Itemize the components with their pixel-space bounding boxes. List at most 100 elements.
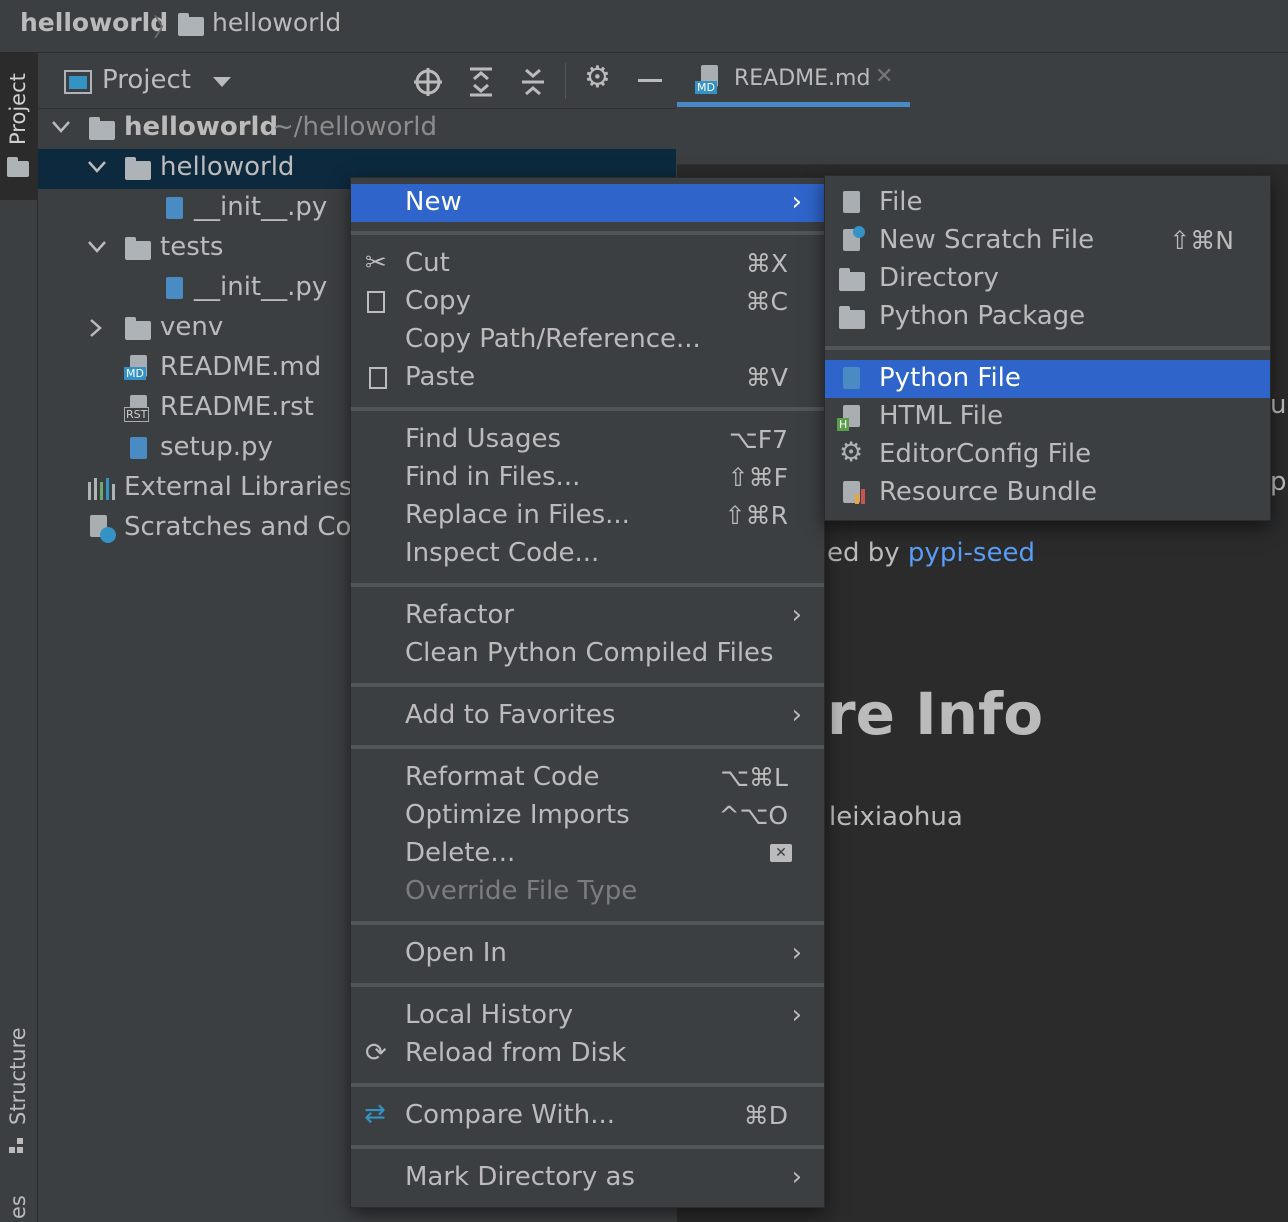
scissors-icon: ✂ <box>365 248 387 278</box>
locate-icon[interactable] <box>413 67 443 97</box>
menu-item-clean-compiled[interactable]: Clean Python Compiled Files <box>351 635 824 673</box>
menu-separator <box>351 921 824 925</box>
menu-item-local-history[interactable]: Local History › <box>351 997 824 1035</box>
python-file-icon <box>166 277 183 299</box>
menu-item-label: New <box>405 187 462 217</box>
structure-tool-tab[interactable]: Structure <box>0 1023 37 1163</box>
chevron-down-icon[interactable] <box>88 241 106 253</box>
folder-icon <box>7 157 29 177</box>
menu-item-delete[interactable]: Delete... ✕ <box>351 835 824 873</box>
structure-icon <box>9 1138 23 1153</box>
editor-toolbar <box>677 108 1288 165</box>
chevron-down-icon[interactable] <box>52 121 70 133</box>
menu-item-replace-in-files[interactable]: Replace in Files... ⇧⌘R <box>351 497 824 535</box>
menu-item-label: Replace in Files... <box>405 500 630 530</box>
shortcut-label: ⌘V <box>745 363 788 392</box>
submenu-item-file[interactable]: File <box>825 184 1270 222</box>
menu-item-add-to-favorites[interactable]: Add to Favorites › <box>351 697 824 735</box>
submenu-item-python-file[interactable]: Python File <box>825 360 1270 398</box>
menu-item-compare-with[interactable]: ⇄ Compare With... ⌘D <box>351 1097 824 1135</box>
breadcrumb-project[interactable]: helloworld <box>20 8 168 37</box>
menu-item-paste[interactable]: Paste ⌘V <box>351 359 824 397</box>
tree-item-label: helloworld <box>160 152 295 182</box>
root-folder-path: ~/helloworld <box>272 112 437 142</box>
menu-separator <box>351 745 824 749</box>
menu-item-label: Clean Python Compiled Files <box>405 638 774 668</box>
menu-separator <box>351 1145 824 1149</box>
tree-item-label: setup.py <box>160 432 273 462</box>
new-submenu: File New Scratch File ⇧⌘N Directory Pyth… <box>824 175 1271 521</box>
expand-all-icon[interactable] <box>468 67 494 97</box>
menu-item-refactor[interactable]: Refactor › <box>351 597 824 635</box>
menu-item-label: Find in Files... <box>405 462 581 492</box>
project-tool-tab[interactable]: Project <box>0 53 37 200</box>
menu-item-new[interactable]: New › <box>351 184 824 222</box>
menu-separator <box>351 683 824 687</box>
menu-item-label: Local History <box>405 1000 574 1030</box>
tree-item-label: README.md <box>160 352 322 382</box>
chevron-down-icon[interactable] <box>213 77 231 88</box>
menu-item-label: Open In <box>405 938 507 968</box>
project-tab-label: Project <box>6 73 30 145</box>
shortcut-label: ^⌥O <box>718 801 788 830</box>
breadcrumb-separator: 〉 <box>153 13 179 42</box>
menu-item-label: Inspect Code... <box>405 538 600 568</box>
menu-item-label: Directory <box>879 263 999 293</box>
shortcut-label: ⌥F7 <box>728 425 788 454</box>
close-icon[interactable]: ✕ <box>875 64 893 89</box>
submenu-item-resource-bundle[interactable]: Resource Bundle <box>825 474 1270 512</box>
md-badge-icon: MD <box>695 81 717 94</box>
menu-item-find-usages[interactable]: Find Usages ⌥F7 <box>351 421 824 459</box>
submenu-item-directory[interactable]: Directory <box>825 260 1270 298</box>
hide-icon[interactable] <box>638 79 662 82</box>
menu-item-cut[interactable]: ✂ Cut ⌘X <box>351 245 824 283</box>
chevron-down-icon[interactable] <box>88 161 106 173</box>
active-tab-indicator <box>677 102 910 107</box>
folder-icon <box>89 117 115 140</box>
clock-icon <box>100 527 116 543</box>
submenu-item-python-package[interactable]: Python Package <box>825 298 1270 336</box>
menu-item-open-in[interactable]: Open In › <box>351 935 824 973</box>
tab-readme-md[interactable]: MD README.md ✕ <box>677 53 910 108</box>
structure-tab-label: Structure <box>6 1027 30 1125</box>
menu-item-inspect-code[interactable]: Inspect Code... <box>351 535 824 573</box>
tree-row-root[interactable]: helloworld ~/helloworld <box>38 109 676 149</box>
menu-item-label: Optimize Imports <box>405 800 630 830</box>
menu-item-label: HTML File <box>879 401 1004 431</box>
shortcut-label: ⌘C <box>745 287 788 316</box>
menu-item-find-in-files[interactable]: Find in Files... ⇧⌘F <box>351 459 824 497</box>
menu-item-reload-from-disk[interactable]: ⟳ Reload from Disk <box>351 1035 824 1073</box>
chevron-right-icon: › <box>791 187 802 217</box>
favorites-tab-label[interactable]: es <box>6 1195 30 1219</box>
folder-icon <box>178 13 204 36</box>
menu-separator <box>825 346 1270 350</box>
menu-item-label: Copy Path/Reference... <box>405 324 701 354</box>
package-folder-icon <box>125 157 151 180</box>
collapse-all-icon[interactable] <box>520 67 546 97</box>
pypi-seed-link[interactable]: pypi-seed <box>908 538 1035 568</box>
file-icon <box>843 191 860 213</box>
tab-label: README.md <box>734 66 871 91</box>
tree-item-label: Scratches and Con <box>124 512 368 542</box>
breadcrumb-folder[interactable]: helloworld <box>212 8 341 37</box>
menu-item-label: Add to Favorites <box>405 700 616 730</box>
menu-item-optimize-imports[interactable]: Optimize Imports ^⌥O <box>351 797 824 835</box>
chevron-right-icon[interactable] <box>90 319 102 337</box>
python-file-icon <box>843 367 860 389</box>
editor-tabs: MD README.md ✕ <box>677 53 1288 108</box>
menu-item-copy[interactable]: Copy ⌘C <box>351 283 824 321</box>
menu-item-copy-path[interactable]: Copy Path/Reference... <box>351 321 824 359</box>
menu-item-reformat-code[interactable]: Reformat Code ⌥⌘L <box>351 759 824 797</box>
project-view-selector[interactable]: Project <box>102 65 191 95</box>
submenu-item-scratch-file[interactable]: New Scratch File ⇧⌘N <box>825 222 1270 260</box>
preview-author: leixiaohua <box>829 802 963 832</box>
python-file-icon <box>166 197 183 219</box>
shortcut-label: ⇧⌘R <box>724 501 788 530</box>
menu-item-mark-directory[interactable]: Mark Directory as › <box>351 1159 824 1197</box>
menu-item-label: Copy <box>405 286 471 316</box>
submenu-item-html-file[interactable]: H HTML File <box>825 398 1270 436</box>
chevron-right-icon: › <box>791 600 802 630</box>
submenu-item-editorconfig[interactable]: ⚙ EditorConfig File <box>825 436 1270 474</box>
gear-icon[interactable]: ⚙ <box>584 60 611 95</box>
tree-item-label: __init__.py <box>194 272 328 302</box>
